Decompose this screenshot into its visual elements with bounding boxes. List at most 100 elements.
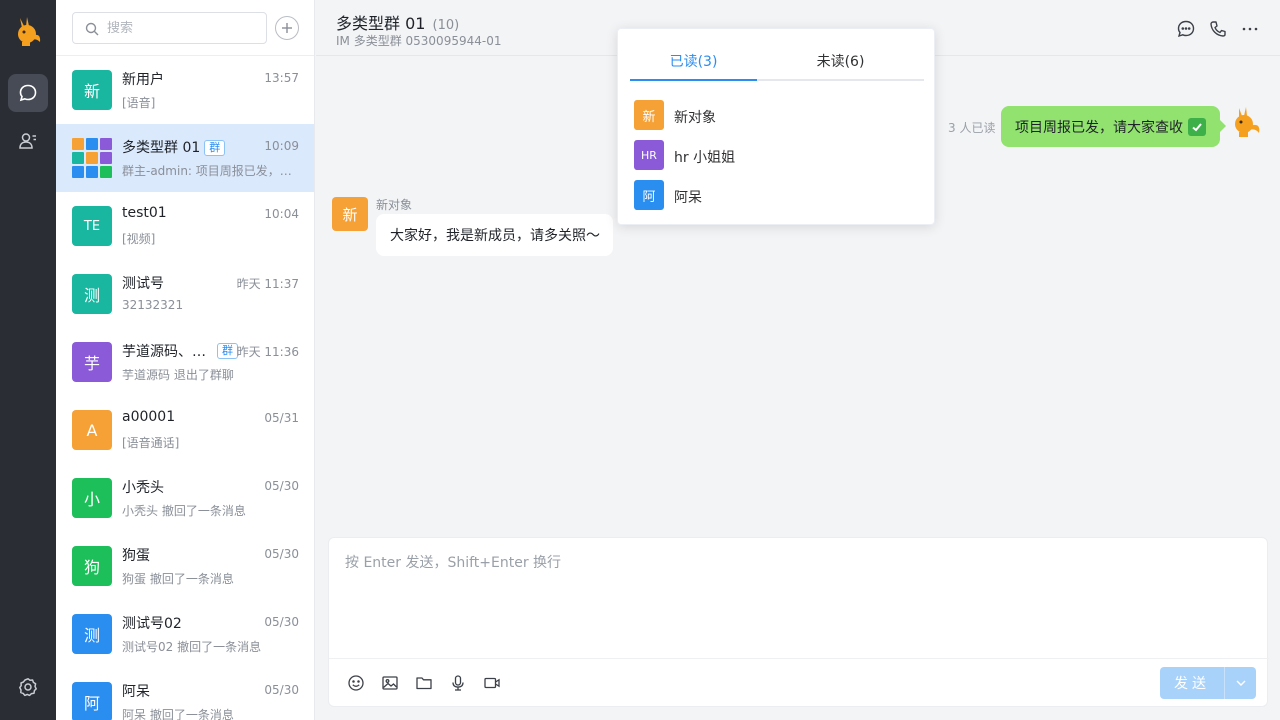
conversation-name: 测试号02 [122,616,182,632]
avatar: TE [72,206,112,246]
conversation-item-selected[interactable]: 多类型群 01群 10:09 群主-admin: 项目周报已发，请大家查收 ✅ [56,124,314,192]
nav-chat-button[interactable] [8,74,48,112]
app-rail [0,0,56,720]
avatar: A [72,410,112,450]
conversation-name: 狗蛋 [122,548,150,564]
conversation-item[interactable]: 测 测试号02 05/30 测试号02 撤回了一条消息 [56,600,314,668]
check-mark-icon [1188,117,1206,136]
group-avatar-tile [86,166,98,178]
group-avatar-tile [72,152,84,164]
gear-icon [19,678,37,697]
add-conversation-button[interactable] [275,16,299,40]
avatar: 芋 [72,342,112,382]
conversation-name: 测试号 [122,276,164,292]
conversation-preview: [语音] [122,96,156,110]
search-input[interactable] [107,17,257,39]
chat-title: 多类型群 01 (10) [336,14,460,33]
microphone-icon[interactable] [449,674,467,692]
avatar: 狗 [72,546,112,586]
conversation-item[interactable]: TE test01 10:04 [视频] [56,192,314,260]
sender-name: 新对象 [376,198,413,212]
conversation-preview: 狗蛋 撤回了一条消息 [122,572,234,586]
conversation-preview: 阿呆 撤回了一条消息 [122,708,234,720]
group-avatar-tile [72,166,84,178]
group-avatar [72,138,112,178]
conversation-preview: 芋道源码 退出了群聊 [122,368,234,382]
reader-item[interactable]: 新 新对象 [634,100,914,130]
image-icon[interactable] [381,674,399,692]
conversation-time: 13:57 [264,71,299,85]
nav-settings-button[interactable] [8,668,48,706]
conversation-time: 昨天 11:37 [236,277,299,291]
conversation-preview: 测试号02 撤回了一条消息 [122,640,262,654]
avatar: HR [634,140,664,170]
tab-unread[interactable]: 未读(6) [777,51,904,71]
conversation-name: 芋道源码、… [122,344,206,360]
conversation-time: 05/30 [264,547,299,561]
my-message-bubble[interactable]: 项目周报已发，请大家查收 [1001,106,1226,147]
conversation-item[interactable]: 小 小秃头 05/30 小秃头 撤回了一条消息 [56,464,314,532]
avatar: 阿 [634,180,664,210]
conversation-time: 05/30 [264,615,299,629]
read-receipt-popover: 已读(3) 未读(6) 新 新对象 HR hr 小姐姐 阿 阿呆 [617,28,935,225]
conversation-item[interactable]: 阿 阿呆 05/30 阿呆 撤回了一条消息 [56,668,314,720]
conversation-name: test01 [122,205,167,221]
group-avatar-tile [100,166,112,178]
message-input[interactable] [345,552,1245,652]
avatar: 测 [72,614,112,654]
send-button[interactable]: 发送 [1160,667,1224,699]
conversation-time: 05/30 [264,479,299,493]
video-icon[interactable] [483,674,501,692]
plus-icon [282,23,292,33]
chat-subtitle: IM 多类型群 0530095944-01 [336,34,502,48]
nav-contacts-button[interactable] [8,122,48,160]
group-avatar-tile [72,138,84,150]
conversation-list: 新 新用户 13:57 [语音] 多类型群 01群 10:09 群主-admin… [56,0,315,720]
app-logo [18,17,41,46]
my-avatar [1235,107,1260,137]
avatar: 阿 [72,682,112,720]
message-icon[interactable] [1176,19,1196,39]
reader-item[interactable]: 阿 阿呆 [634,180,914,210]
conversation-item[interactable]: 新 新用户 13:57 [语音] [56,56,314,124]
conversation-time: 10:04 [264,207,299,221]
conversation-name: a00001 [122,409,176,425]
emoji-icon[interactable] [347,674,365,692]
conversation-item[interactable]: 狗 狗蛋 05/30 狗蛋 撤回了一条消息 [56,532,314,600]
conversation-item[interactable]: A a00001 05/31 [语音通话] [56,396,314,464]
conversation-item[interactable]: 测 测试号 昨天 11:37 32132321 [56,260,314,328]
reader-name: hr 小姐姐 [674,150,736,166]
sender-avatar[interactable]: 新 [332,197,368,231]
send-options-button[interactable] [1224,667,1256,699]
conversation-name: 小秃头 [122,480,164,496]
conversation-preview: [视频] [122,232,156,246]
search-icon [85,22,99,36]
active-tab-indicator [630,79,757,81]
reader-item[interactable]: HR hr 小姐姐 [634,140,914,170]
avatar: 新 [634,100,664,130]
folder-icon[interactable] [415,674,433,692]
chat-bubble-icon [19,84,37,102]
reader-name: 新对象 [674,110,716,126]
chevron-down-icon [1236,680,1245,686]
avatar: 新 [72,70,112,110]
conversation-name: 新用户 [122,72,164,88]
incoming-message-bubble[interactable]: 大家好，我是新成员，请多关照～ [376,214,613,256]
search-box[interactable] [72,12,267,44]
group-tag: 群 [204,140,226,156]
group-avatar-tile [86,152,98,164]
more-icon[interactable] [1240,19,1260,39]
group-avatar-tile [100,138,112,150]
conversation-time: 10:09 [264,139,299,153]
message-text: 大家好，我是新成员，请多关照～ [390,228,600,244]
avatar: 小 [72,478,112,518]
tab-read[interactable]: 已读(3) [630,51,757,71]
avatar: 测 [72,274,112,314]
read-tabs: 已读(3) 未读(6) [630,43,924,81]
conversation-item[interactable]: 芋 芋道源码、… 群 昨天 11:36 芋道源码 退出了群聊 [56,328,314,396]
phone-icon[interactable] [1208,19,1228,39]
member-count: (10) [432,18,460,33]
conversation-name: 多类型群 01 群 [122,137,226,157]
conversation-time: 昨天 11:36 [236,345,299,359]
read-status[interactable]: 3 人已读 [948,119,995,136]
